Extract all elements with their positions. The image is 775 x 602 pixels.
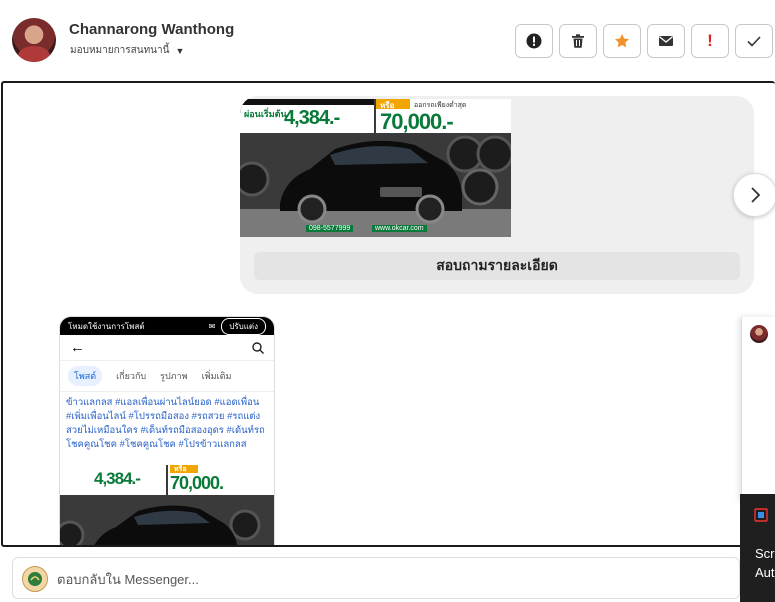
- screenshot-notification-panel[interactable]: Scr Aut: [740, 494, 775, 602]
- carousel-message: ผ่อนเริ่มต้น 4,384.- หรือ ออกรถเพียงต่ำส…: [240, 96, 754, 294]
- screenshot-tool-icon: [754, 508, 768, 522]
- phone-screenshot-message[interactable]: โหมดใช้งานการโพสต์ ✉ ปรับแต่ง ← โพสต์ เก…: [59, 316, 275, 545]
- phone-status-text: โหมดใช้งานการโพสต์: [68, 321, 145, 331]
- phone-tab-more: เพิ่มเติม: [201, 371, 232, 381]
- caret-down-icon: ▼: [175, 45, 185, 56]
- banner-phone: 098-5577999: [306, 225, 354, 232]
- chevron-right-icon: [751, 187, 761, 203]
- phone-tab-posts: โพสต์: [68, 366, 103, 386]
- trash-icon: [572, 34, 584, 48]
- panel-line-1: Scr: [755, 546, 775, 561]
- phone-tab-about: เกี่ยวกับ: [116, 371, 147, 381]
- header-actions: !: [515, 24, 773, 58]
- popup-avatar: [750, 325, 768, 343]
- star-icon: [615, 34, 629, 48]
- envelope-icon: [659, 36, 673, 46]
- back-arrow-icon: ←: [70, 339, 85, 356]
- car-ad-image[interactable]: ผ่อนเริ่มต้น 4,384.- หรือ ออกรถเพียงต่ำส…: [240, 99, 511, 237]
- user-avatar[interactable]: [12, 18, 56, 62]
- page-profile-icon[interactable]: [22, 566, 48, 592]
- phone-customize-pill: ปรับแต่ง: [221, 317, 266, 335]
- assign-label: มอบหมายการสนทนานี้: [70, 45, 170, 56]
- assign-conversation-dropdown[interactable]: มอบหมายการสนทนานี้ ▼: [70, 43, 184, 58]
- delete-button[interactable]: [559, 24, 597, 58]
- exclamation-icon: !: [707, 31, 713, 50]
- reply-input[interactable]: [57, 566, 727, 592]
- side-chat-popup[interactable]: [741, 317, 775, 501]
- check-icon: [747, 36, 761, 47]
- user-name[interactable]: Channarong Wanthong: [69, 21, 234, 38]
- phone-tab-photos: รูปภาพ: [160, 371, 188, 381]
- alert-circle-icon: [526, 33, 542, 49]
- conversation-header: Channarong Wanthong มอบหมายการสนทนานี้ ▼…: [0, 0, 775, 81]
- phone-banner-amount-left: 4,384.-: [94, 469, 141, 488]
- phone-status-bar: โหมดใช้งานการโพสต์ ✉ ปรับแต่ง: [60, 317, 274, 335]
- reply-bar: [12, 557, 740, 599]
- important-button[interactable]: !: [691, 24, 729, 58]
- banner-left-amount: 4,384.-: [284, 107, 340, 129]
- panel-line-2: Aut: [755, 565, 775, 580]
- phone-car-graphic: [60, 465, 274, 545]
- star-button[interactable]: [603, 24, 641, 58]
- phone-banner-amount-right: 70,000.: [170, 473, 224, 493]
- banner-right-amount: 70,000.-: [380, 109, 454, 134]
- phone-post-hashtags: ข้าวแลกลส #แอลเพื่อนผ่านไลน์ยอด #แอดเพื่…: [60, 391, 274, 455]
- done-button[interactable]: [735, 24, 773, 58]
- messenger-page-icon: [28, 572, 42, 586]
- inquire-details-button[interactable]: สอบถามรายละเอียด: [254, 252, 740, 280]
- banner-left-caption: ผ่อนเริ่มต้น: [244, 109, 287, 119]
- phone-mode-icon: ✉: [208, 321, 216, 331]
- spam-button[interactable]: [515, 24, 553, 58]
- phone-tabs: โพสต์ เกี่ยวกับ รูปภาพ เพิ่มเติม: [60, 361, 274, 391]
- conversation-panel: ผ่อนเริ่มต้น 4,384.- หรือ ออกรถเพียงต่ำส…: [1, 81, 775, 547]
- carousel-next-button[interactable]: [733, 173, 775, 217]
- banner-website: www.okcar.com: [372, 225, 427, 232]
- phone-nav-bar: ←: [60, 335, 274, 361]
- mark-unread-button[interactable]: [647, 24, 685, 58]
- search-icon: [252, 341, 264, 354]
- phone-post-image: 4,384.- หรือ 70,000.: [60, 465, 274, 545]
